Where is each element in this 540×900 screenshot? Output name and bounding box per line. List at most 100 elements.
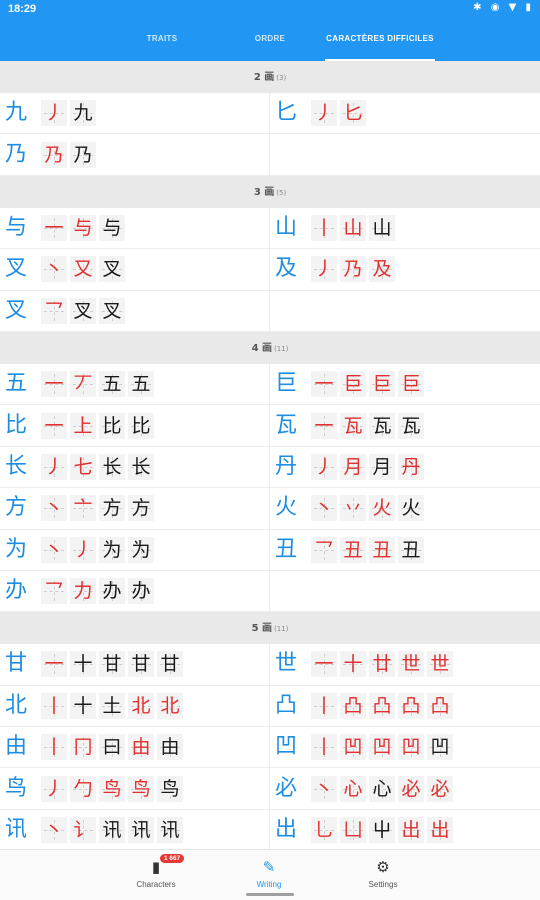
stroke-step-glyph: 乃	[44, 143, 64, 166]
stroke-step: 丶	[41, 817, 67, 844]
character-row: 叉乛叉叉	[0, 290, 540, 332]
character-entry[interactable]: 世一十廿世世	[270, 644, 540, 684]
stroke-step: 由	[128, 734, 154, 761]
stroke-step: 与	[99, 214, 125, 241]
stroke-step-glyph: 与	[102, 216, 122, 239]
stroke-step: 十	[340, 651, 366, 678]
character-glyph: 乃	[5, 141, 28, 167]
stroke-step-glyph: 巨	[372, 373, 392, 396]
section-count: (11)	[274, 625, 289, 634]
stroke-step: 五	[128, 371, 154, 398]
stroke-step-glyph: 又	[73, 258, 93, 281]
character-entry[interactable]: 瓦一瓦瓦瓦	[270, 405, 540, 445]
character-entry[interactable]: 讯丶讠讯讯讯	[0, 809, 270, 849]
stroke-step-glyph: 廿	[372, 653, 392, 676]
gear-icon: ⚙	[376, 858, 390, 876]
stroke-step-glyph: 一	[314, 373, 334, 396]
stroke-step: 山	[340, 214, 366, 241]
stroke-step-glyph: 十	[343, 653, 363, 676]
character-row: 与一与与山丨山山	[0, 207, 540, 250]
character-entry[interactable]: 由丨冂曰由由	[0, 727, 270, 768]
stroke-step-glyph: 丆	[73, 373, 93, 396]
stroke-step-glyph: 屮	[372, 819, 392, 842]
character-entry[interactable]: 巨一巨巨巨	[270, 364, 540, 404]
stroke-step: 甘	[157, 651, 183, 678]
character-glyph: 世	[275, 651, 298, 677]
stroke-step-glyph: 丿	[44, 777, 64, 800]
stroke-step-glyph: 由	[131, 736, 151, 759]
nav-characters[interactable]: ▮ 1 667 Characters	[96, 850, 216, 900]
stroke-step-glyph: 凹	[430, 736, 450, 759]
stroke-step-glyph: 办	[102, 580, 122, 603]
stroke-step-glyph: 匕	[343, 102, 363, 125]
stroke-step: 巨	[369, 371, 395, 398]
character-entry[interactable]: 凸丨凸凸凸凸	[270, 686, 540, 726]
character-glyph: 由	[5, 734, 28, 760]
stroke-step-glyph: 凹	[401, 736, 421, 759]
stroke-step: 鸟	[128, 775, 154, 802]
stroke-step: 乛	[41, 578, 67, 605]
tab-ordre[interactable]: ORDRE	[224, 18, 316, 61]
character-glyph: 与	[5, 214, 28, 240]
nav-settings[interactable]: ⚙ Settings	[323, 850, 443, 900]
character-glyph: 必	[275, 775, 298, 801]
stroke-step: 山	[369, 214, 395, 241]
stroke-step: 丿	[311, 256, 337, 283]
character-entry[interactable]: 叉乛叉叉	[0, 290, 270, 331]
stroke-step: 丶	[41, 256, 67, 283]
stroke-step: 鸟	[157, 775, 183, 802]
stroke-step-glyph: 山	[372, 216, 392, 239]
character-entry[interactable]: 凹丨凹凹凹凹	[270, 727, 540, 767]
character-entry[interactable]: 办乛力办办	[0, 570, 270, 612]
character-entry[interactable]: 为丶丿为为	[0, 529, 270, 570]
character-list[interactable]: 2 画 (3) 九丿九匕丿匕乃乃乃 3 画 (5) 与一与与山丨山山叉丶又叉及丿乃及叉乛叉…	[0, 61, 540, 849]
stroke-step-glyph: 讯	[160, 819, 180, 842]
stroke-step: 凵	[340, 817, 366, 844]
stroke-step: 九	[70, 100, 96, 127]
section-title: 3 画	[253, 186, 275, 198]
stroke-order-steps: 丨凹凹凹凹	[311, 734, 453, 761]
character-entry[interactable]: 丹丿月月丹	[270, 447, 540, 487]
character-entry[interactable]: 火丶丷火火	[270, 488, 540, 528]
stroke-step: 丆	[70, 371, 96, 398]
stroke-step-glyph: 甘	[160, 653, 180, 676]
stroke-step-glyph: 巨	[343, 373, 363, 396]
character-entry[interactable]: 叉丶又叉	[0, 249, 270, 290]
character-entry[interactable]: 五一丆五五	[0, 363, 270, 405]
character-entry[interactable]: 甘一十甘甘甘	[0, 644, 270, 685]
character-entry[interactable]: 北丨十土北北	[0, 685, 270, 727]
character-entry[interactable]: 与一与与	[0, 207, 270, 249]
stroke-step: 丨	[311, 734, 337, 761]
stroke-step-glyph: 巨	[401, 373, 421, 396]
stroke-order-steps: 一十廿世世	[311, 651, 453, 678]
stroke-step-glyph: 土	[102, 694, 122, 717]
character-entry[interactable]: 乃乃乃	[0, 134, 270, 175]
character-entry[interactable]: 丑乛丑丑丑	[270, 530, 540, 570]
character-entry[interactable]: 及丿乃及	[270, 249, 540, 289]
character-entry[interactable]: 匕丿匕	[270, 93, 540, 133]
stroke-step-glyph: 丶	[44, 258, 64, 281]
character-entry[interactable]: 鸟丿勹鸟鸟鸟	[0, 768, 270, 809]
tab-caracteres-difficiles[interactable]: CARACTÈRES DIFFICILES	[325, 18, 435, 61]
character-entry[interactable]: 山丨山山	[270, 208, 540, 248]
character-entry[interactable]: 比一上比比	[0, 405, 270, 446]
character-entry[interactable]: 出乚凵屮出出	[270, 810, 540, 849]
character-entry[interactable]: 长丿七长长	[0, 446, 270, 488]
stroke-order-steps: 丿七长长	[41, 453, 154, 480]
character-entry[interactable]: 方丶亠方方	[0, 488, 270, 529]
stroke-step-glyph: 叉	[73, 299, 93, 322]
stroke-step-glyph: 一	[314, 414, 334, 437]
stroke-order-steps: 一丆五五	[41, 371, 154, 398]
stroke-step: 火	[369, 495, 395, 522]
stroke-step: 丶	[41, 536, 67, 563]
stroke-order-steps: 乛力办办	[41, 578, 154, 605]
tab-traits[interactable]: TRAITS	[100, 18, 224, 61]
character-entry[interactable]: 必丶心心必必	[270, 768, 540, 808]
characters-badge: 1 667	[160, 854, 185, 863]
stroke-step-glyph: 凸	[430, 694, 450, 717]
stroke-step: 乛	[311, 536, 337, 563]
stroke-step-glyph: 乛	[44, 580, 64, 603]
character-entry[interactable]: 九丿九	[0, 93, 270, 134]
brush-icon: ✎	[262, 858, 276, 876]
stroke-step: 长	[128, 453, 154, 480]
